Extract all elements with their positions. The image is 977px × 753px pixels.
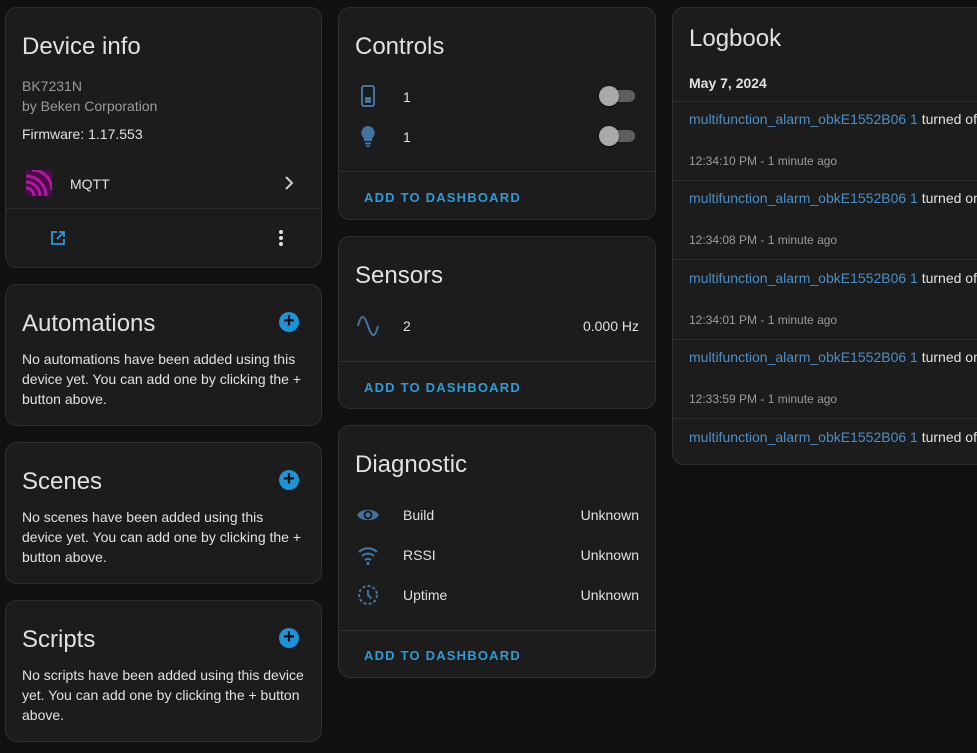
lightbulb-icon: [361, 126, 375, 147]
add-automation-button[interactable]: +: [279, 311, 299, 332]
add-scene-button[interactable]: +: [279, 469, 299, 490]
log-entry: multifunction_alarm_obkE1552B06 1 turned…: [673, 260, 977, 340]
log-action: turned off: [921, 270, 977, 286]
diagnostic-add-to-dashboard-button[interactable]: ADD TO DASHBOARD: [364, 648, 521, 663]
more-vert-icon[interactable]: [278, 229, 284, 247]
sensors-add-to-dashboard-button[interactable]: ADD TO DASHBOARD: [364, 380, 521, 395]
device-model: BK7231N: [22, 78, 82, 94]
mqtt-integration-row[interactable]: MQTT: [6, 166, 321, 202]
mqtt-logo-icon: [26, 170, 52, 196]
timer-icon: [358, 585, 378, 605]
sensor-row[interactable]: 2 0.000 Hz: [339, 313, 655, 341]
device-manufacturer: by Beken Corporation: [22, 98, 158, 114]
log-time: 12:34:08 PM - 1 minute ago: [689, 233, 838, 247]
mqtt-label: MQTT: [70, 176, 110, 192]
log-entity-link[interactable]: multifunction_alarm_obkE1552B06 1: [689, 349, 918, 365]
sensor-value: 0.000 Hz: [582, 318, 639, 334]
open-in-new-icon[interactable]: [50, 230, 66, 246]
log-entity-link[interactable]: multifunction_alarm_obkE1552B06 1: [689, 429, 918, 445]
log-entity-link[interactable]: multifunction_alarm_obkE1552B06 1: [689, 111, 918, 127]
diagnostic-card: Diagnostic Build Unknown RSSI Unknown Up…: [338, 425, 656, 678]
controls-divider: [339, 171, 655, 172]
logbook-entries[interactable]: multifunction_alarm_obkE1552B06 1 turned…: [673, 101, 977, 464]
control-label: 1: [403, 129, 411, 145]
sensor-label: 2: [403, 318, 411, 334]
scripts-empty-text: No scripts have been added using this de…: [22, 667, 304, 723]
log-time: 12:34:01 PM - 1 minute ago: [689, 313, 838, 327]
log-time: 12:34:10 PM - 1 minute ago: [689, 154, 838, 168]
sensors-divider: [339, 361, 655, 362]
diagnostic-value: Unknown: [580, 507, 639, 523]
logbook-date: May 7, 2024: [689, 75, 767, 91]
logbook-title: Logbook: [689, 25, 782, 52]
log-action: turned on: [921, 190, 977, 206]
device-firmware: Firmware: 1.17.553: [22, 126, 143, 142]
control-label: 1: [403, 89, 411, 105]
controls-card: Controls 1 1 ADD TO DASHBOARD: [338, 7, 656, 220]
automations-empty-text: No automations have been added using thi…: [22, 351, 302, 407]
wifi-icon: [358, 547, 378, 566]
diagnostic-title: Diagnostic: [355, 451, 468, 478]
sensors-title: Sensors: [355, 262, 444, 289]
sine-wave-icon: [357, 316, 379, 336]
add-script-button[interactable]: +: [279, 627, 299, 648]
chevron-right-icon: [285, 176, 294, 190]
log-action: turned off: [921, 111, 977, 127]
diagnostic-value: Unknown: [580, 547, 639, 563]
controls-title: Controls: [355, 33, 445, 60]
control-toggle[interactable]: [599, 126, 635, 146]
scenes-empty-text: No scenes have been added using this dev…: [22, 509, 302, 565]
diagnostic-label: Build: [403, 507, 435, 523]
scripts-title: Scripts: [22, 626, 96, 653]
diagnostic-label: Uptime: [403, 587, 448, 603]
scenes-title: Scenes: [22, 468, 103, 495]
diagnostic-row[interactable]: Build Unknown: [339, 502, 655, 530]
log-time: 12:33:59 PM - 1 minute ago: [689, 392, 838, 406]
diagnostic-value: Unknown: [580, 587, 639, 603]
eye-icon: [357, 509, 379, 521]
control-row[interactable]: 1: [339, 84, 655, 112]
logbook-card: Logbook May 7, 2024 multifunction_alarm_…: [672, 7, 977, 465]
log-entry: multifunction_alarm_obkE1552B06 1 turned…: [673, 101, 977, 181]
diagnostic-label: RSSI: [403, 547, 436, 563]
automations-title: Automations: [22, 310, 156, 337]
device-info-divider: [6, 208, 321, 209]
diagnostic-divider: [339, 630, 655, 631]
log-entity-link[interactable]: multifunction_alarm_obkE1552B06 1: [689, 270, 918, 286]
device-info-title: Device info: [22, 33, 141, 60]
log-action: turned on: [921, 349, 977, 365]
control-toggle[interactable]: [599, 86, 635, 106]
scenes-card: Scenes + No scenes have been added using…: [5, 442, 322, 584]
automations-card: Automations + No automations have been a…: [5, 284, 322, 426]
diagnostic-row[interactable]: Uptime Unknown: [339, 582, 655, 610]
log-entry: multifunction_alarm_obkE1552B06 1 turned…: [673, 339, 977, 419]
log-action: turned off: [921, 429, 977, 445]
log-entry: multifunction_alarm_obkE1552B06 1 turned…: [673, 180, 977, 260]
control-row[interactable]: 1: [339, 124, 655, 152]
log-entry: multifunction_alarm_obkE1552B06 1 turned…: [673, 419, 977, 464]
switch-icon: [361, 85, 375, 107]
diagnostic-row[interactable]: RSSI Unknown: [339, 542, 655, 570]
controls-add-to-dashboard-button[interactable]: ADD TO DASHBOARD: [364, 190, 521, 205]
scripts-card: Scripts + No scripts have been added usi…: [5, 600, 322, 742]
log-entity-link[interactable]: multifunction_alarm_obkE1552B06 1: [689, 190, 918, 206]
sensors-card: Sensors 2 0.000 Hz ADD TO DASHBOARD: [338, 236, 656, 409]
device-info-card: Device info BK7231N by Beken Corporation…: [5, 7, 322, 268]
